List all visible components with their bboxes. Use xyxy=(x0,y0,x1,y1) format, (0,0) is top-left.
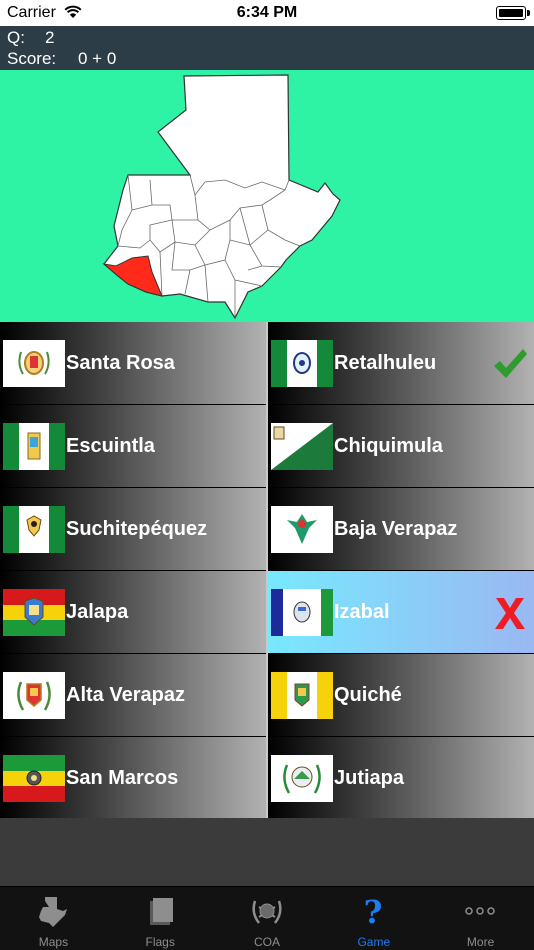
coat-of-arms-icon xyxy=(252,900,282,924)
question-value: 2 xyxy=(45,28,55,47)
answer-label: Retalhuleu xyxy=(334,352,437,374)
tab-bar: Maps Flags COA ? Game More xyxy=(0,886,534,950)
score-panel: Q: 2 Score: 0 + 0 xyxy=(0,26,534,70)
tab-maps[interactable]: Maps xyxy=(0,887,107,950)
question-label: Q: xyxy=(7,28,25,47)
tab-label: Flags xyxy=(145,935,175,949)
answer-option-retalhuleu[interactable]: Retalhuleu xyxy=(268,322,534,404)
question-mark-icon: ? xyxy=(364,893,383,929)
answer-label: Jalapa xyxy=(66,601,129,623)
answer-label: Izabal xyxy=(334,601,390,623)
clock: 6:34 PM xyxy=(236,4,298,21)
game-footer-area xyxy=(0,818,534,886)
answer-option-san-marcos[interactable]: San Marcos xyxy=(0,737,266,819)
battery-icon xyxy=(496,6,530,20)
answer-label: Jutiapa xyxy=(334,767,405,789)
answer-option-santa-rosa[interactable]: Santa Rosa xyxy=(0,322,266,404)
score-value: 0 + 0 xyxy=(78,49,117,68)
tab-label: COA xyxy=(253,935,280,949)
answer-option-alta-verapaz[interactable]: Alta Verapaz xyxy=(0,654,266,736)
tab-more[interactable]: More xyxy=(427,887,534,950)
more-dots-icon xyxy=(465,907,495,915)
map-panel xyxy=(0,70,534,322)
answer-option-jutiapa[interactable]: Jutiapa xyxy=(268,737,534,819)
jalapa-flag-icon xyxy=(3,589,65,636)
san-marcos-flag-icon xyxy=(3,755,65,802)
answer-option-baja-verapaz[interactable]: Baja Verapaz xyxy=(268,488,534,570)
answer-option-chiquimula[interactable]: Chiquimula xyxy=(268,405,534,487)
answer-grid: Santa Rosa Escuintla Suchitepéquez Jalap… xyxy=(0,322,534,819)
answer-label: Suchitepéquez xyxy=(66,518,208,540)
answer-option-izabal[interactable]: Izabal xyxy=(268,571,534,653)
tab-label: More xyxy=(466,935,495,949)
map-icon xyxy=(39,897,67,927)
answer-option-suchitepequez[interactable]: Suchitepéquez xyxy=(0,488,266,570)
escuintla-flag-icon xyxy=(3,423,65,470)
answer-label: Baja Verapaz xyxy=(334,518,458,540)
flags-icon xyxy=(149,898,173,925)
answer-label: Escuintla xyxy=(66,435,155,457)
suchitepequez-flag-icon xyxy=(3,506,65,553)
quiche-flag-icon xyxy=(271,672,333,719)
answer-option-quiche[interactable]: Quiché xyxy=(268,654,534,736)
column-divider xyxy=(266,322,268,818)
tab-game[interactable]: ? Game xyxy=(320,887,427,950)
score-label: Score: xyxy=(7,49,57,68)
tab-label: Maps xyxy=(38,935,69,949)
santa-rosa-flag-icon xyxy=(3,340,65,387)
jutiapa-flag-icon xyxy=(271,755,333,802)
tab-label: Game xyxy=(357,935,391,949)
answer-label: Chiquimula xyxy=(334,435,443,457)
answer-option-jalapa[interactable]: Jalapa xyxy=(0,571,266,653)
answer-label: Santa Rosa xyxy=(66,352,175,374)
baja-verapaz-flag-icon xyxy=(271,506,333,553)
izabal-flag-icon xyxy=(271,589,333,636)
svg-text:?: ? xyxy=(364,893,383,929)
score-counter: Score: 0 + 0 xyxy=(7,49,116,69)
retalhuleu-flag-icon xyxy=(271,340,333,387)
x-mark-icon xyxy=(495,598,525,629)
status-bar: Carrier 6:34 PM xyxy=(0,0,534,26)
tab-flags[interactable]: Flags xyxy=(107,887,214,950)
question-counter: Q: 2 xyxy=(7,28,54,48)
tab-coa[interactable]: COA xyxy=(214,887,321,950)
answer-label: San Marcos xyxy=(66,767,179,789)
answer-label: Quiché xyxy=(334,684,402,706)
answer-label: Alta Verapaz xyxy=(66,684,185,706)
alta-verapaz-flag-icon xyxy=(3,672,65,719)
chiquimula-flag-icon xyxy=(271,423,333,470)
answer-option-escuintla[interactable]: Escuintla xyxy=(0,405,266,487)
checkmark-icon xyxy=(494,349,527,378)
guatemala-map xyxy=(102,74,341,320)
